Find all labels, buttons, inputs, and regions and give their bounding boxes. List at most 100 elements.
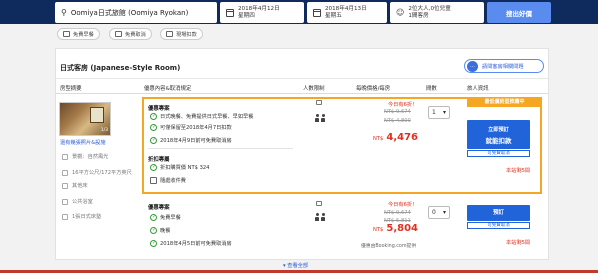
col-header-price: 每晚價格/每房 <box>356 86 391 92</box>
search-icon: ⚲ <box>61 8 67 17</box>
checkout-date: 2018年4月13日 <box>325 5 367 12</box>
offer-1-discount-item: 折扣購買價 NT$ 324 <box>150 164 210 171</box>
rooms-count: 1間客房 <box>408 12 429 19</box>
offer-2-item: 免費早餐 <box>150 214 181 221</box>
offer-text: 2018年4月9日前可免費取消房 <box>160 138 232 144</box>
room-photo[interactable]: 1/3 <box>59 102 111 136</box>
amenity-view: 景觀：自然風光 <box>62 153 108 160</box>
hotel-name: Oomiya日式旅館 (Oomiya Ryokan) <box>70 8 189 17</box>
chevron-down-icon: ▾ <box>442 109 446 116</box>
offer-2-item: 晚餐 <box>150 227 170 234</box>
guests-field[interactable]: ☺ 2位大人,0位兒童 1間客房 <box>390 2 484 23</box>
check-icon <box>150 227 157 234</box>
amenity-futon: 1張日式床墊 <box>62 213 101 220</box>
offer-2-item: 2018年4月5日前可免費取消房 <box>150 240 232 247</box>
offer-1-discount-badge: 今日有6折！ <box>388 102 418 108</box>
offer-1-discount-label: 折扣專屬 <box>148 157 170 163</box>
offer-1-original-price-2: NT$ 4,800 <box>384 118 411 124</box>
filter-label: 現場扣款 <box>176 31 197 38</box>
book-button-top: 立即預訂 <box>488 127 509 133</box>
price-value: 4,476 <box>386 132 418 143</box>
chevron-down-icon: ▾ <box>442 209 446 216</box>
divider <box>56 93 548 94</box>
filter-free-cancel[interactable]: 免費取消 <box>109 28 152 40</box>
qty-value: 1 <box>432 109 436 116</box>
amenity-label: 其他床 <box>72 183 88 189</box>
more-photos-link[interactable]: 還有幾張照片&設施 <box>60 139 106 146</box>
price-value: 5,804 <box>386 223 418 234</box>
checkin-field[interactable]: 2018年4月12日 星期四 <box>220 2 304 23</box>
offer-text: 隨處收件費 <box>160 178 186 184</box>
futon-icon <box>62 213 68 220</box>
filter-label: 免費取消 <box>125 31 146 38</box>
offer-2-provider-note: 優惠由Booking.com提供 <box>361 244 417 249</box>
window-decor <box>90 107 104 123</box>
offer-2-original-price: NT$ 9,674 <box>384 210 411 216</box>
filter-pay-at-hotel[interactable]: 現場扣款 <box>160 28 203 40</box>
offer-1-section-label: 優惠專案 <box>148 106 170 112</box>
offer-1-original-price: NT$ 9,674 <box>384 109 411 115</box>
amenity-label: 1張日式床墊 <box>72 214 102 220</box>
person-icon <box>315 213 319 221</box>
offer-text: 可僅保留至2018年4月7日扣款 <box>160 125 232 131</box>
size-icon <box>62 169 68 176</box>
divider <box>148 148 293 149</box>
ask-room-question-button[interactable]: … 請問客房相關問題 <box>464 59 544 73</box>
check-icon <box>150 113 157 120</box>
offer-2-room-qty-select[interactable]: 0 ▾ <box>428 206 450 219</box>
offer-2-price: NT$ 5,804 <box>373 223 418 234</box>
ticket-icon <box>150 177 157 184</box>
offer-2-remaining: 本站剩5間 <box>506 240 531 246</box>
show-all-label: 查看全部 <box>287 263 309 269</box>
hotel-search-field[interactable]: ⚲ Oomiya日式旅館 (Oomiya Ryokan) <box>55 2 217 23</box>
offer-1-remaining: 本站剩5間 <box>506 168 531 174</box>
col-header-type: 房型摘要 <box>60 86 82 92</box>
offer-2-section-label: 優惠專案 <box>148 205 170 211</box>
checkin-date: 2018年4月12日 <box>238 5 280 12</box>
person-icon <box>321 114 325 122</box>
check-icon <box>150 214 157 221</box>
filter-free-breakfast[interactable]: 免費早餐 <box>57 28 100 40</box>
offer-1-price: NT$ 4,476 <box>373 132 418 143</box>
offer-1-discount-item: 隨處收件費 <box>150 177 186 184</box>
filter-label: 免費早餐 <box>73 31 94 38</box>
amenity-label: 公共浴室 <box>72 199 93 205</box>
offer-text: 2018年4月5日前可免費取消房 <box>160 241 232 247</box>
offer-1-room-qty-select[interactable]: 1 ▾ <box>428 106 450 119</box>
offer-2-free-cancel-note: 可免費取消 <box>467 222 530 229</box>
offer-text: 免費早餐 <box>160 215 181 221</box>
price-currency: NT$ <box>373 227 384 233</box>
person-icon <box>315 114 319 122</box>
check-icon <box>150 124 157 131</box>
offer-text: 折扣購買價 NT$ 324 <box>160 165 210 171</box>
price-currency: NT$ <box>373 136 384 142</box>
offer-1-item: 2018年4月9日前可免費取消房 <box>150 137 232 144</box>
checkout-field[interactable]: 2018年4月13日 星期五 <box>307 2 387 23</box>
amenity-size: 16平方公尺/172平方英尺 <box>62 169 132 176</box>
breakfast-icon <box>63 31 70 37</box>
offer-2-discount-badge: 今日有6折！ <box>388 202 418 208</box>
check-icon <box>150 164 157 171</box>
guests-count: 2位大人,0位兒童 <box>408 5 451 12</box>
amenity-label: 景觀：自然風光 <box>72 154 109 160</box>
calendar-icon <box>313 8 321 17</box>
col-header-offers: 優惠內容&取消規定 <box>144 86 192 92</box>
show-all-link[interactable]: ▾ 查看全部 <box>283 262 308 269</box>
amenity-bath: 公共浴室 <box>62 198 93 205</box>
info-icon <box>316 201 322 206</box>
view-icon <box>62 153 68 160</box>
qty-value: 0 <box>432 209 436 216</box>
book-button[interactable]: 預訂 <box>467 205 530 221</box>
person-icon <box>321 213 325 221</box>
checkout-day: 星期五 <box>325 12 342 19</box>
offer-text: 日式晚餐、免費提供日式早餐、早如早餐 <box>160 114 254 120</box>
card-icon <box>166 31 173 37</box>
book-now-button[interactable]: 立即預訂 就能扣款 <box>467 120 530 149</box>
calendar-icon <box>226 8 234 17</box>
search-button[interactable]: 搜出好價 <box>487 2 551 23</box>
info-icon <box>316 100 322 105</box>
offer-text: 晚餐 <box>160 228 171 234</box>
col-header-persons: 人數限制 <box>303 86 325 92</box>
bath-icon <box>62 198 68 205</box>
lowest-price-banner: 最低價房型推薦中 <box>467 98 542 107</box>
